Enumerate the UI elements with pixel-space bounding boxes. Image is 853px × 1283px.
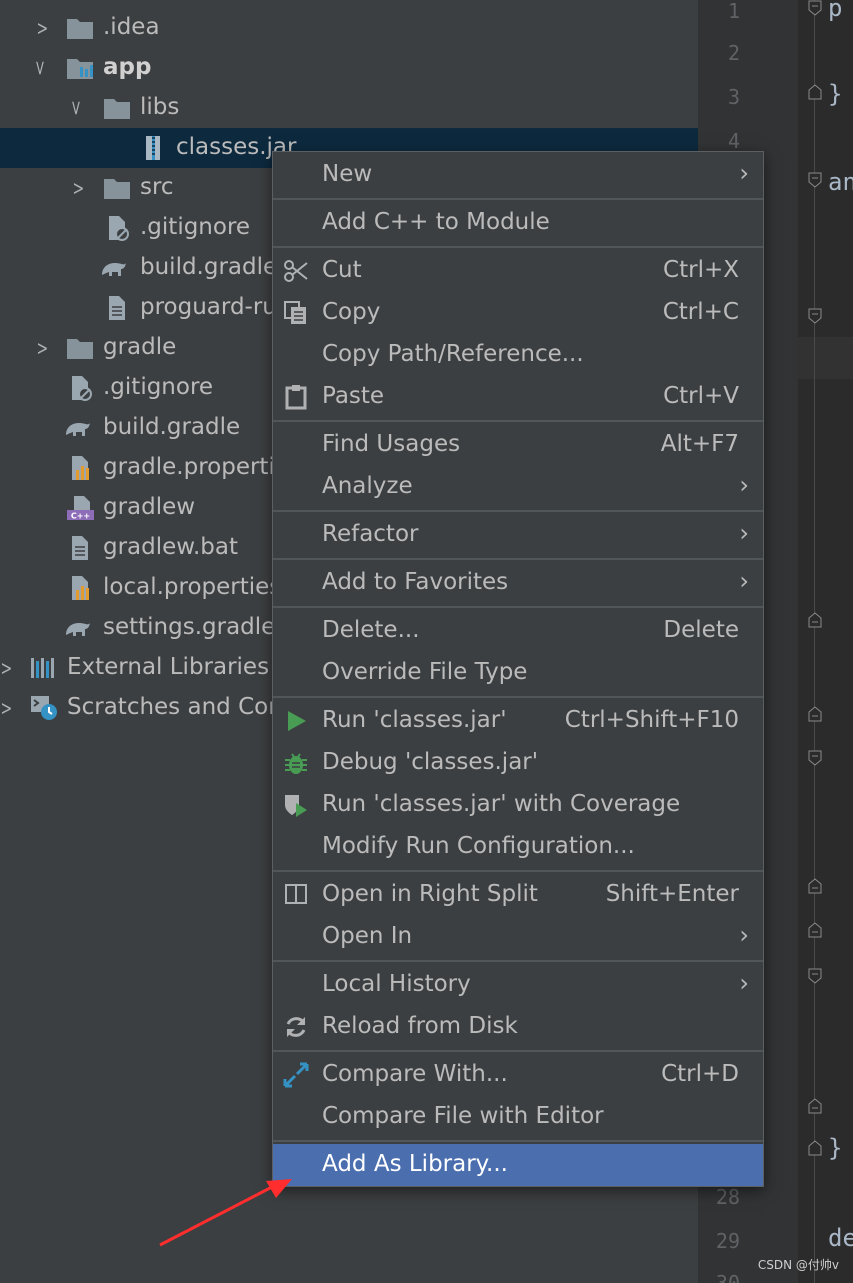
annotation-arrow xyxy=(159,1179,292,1247)
watermark: CSDN @付帅v xyxy=(757,1258,839,1272)
